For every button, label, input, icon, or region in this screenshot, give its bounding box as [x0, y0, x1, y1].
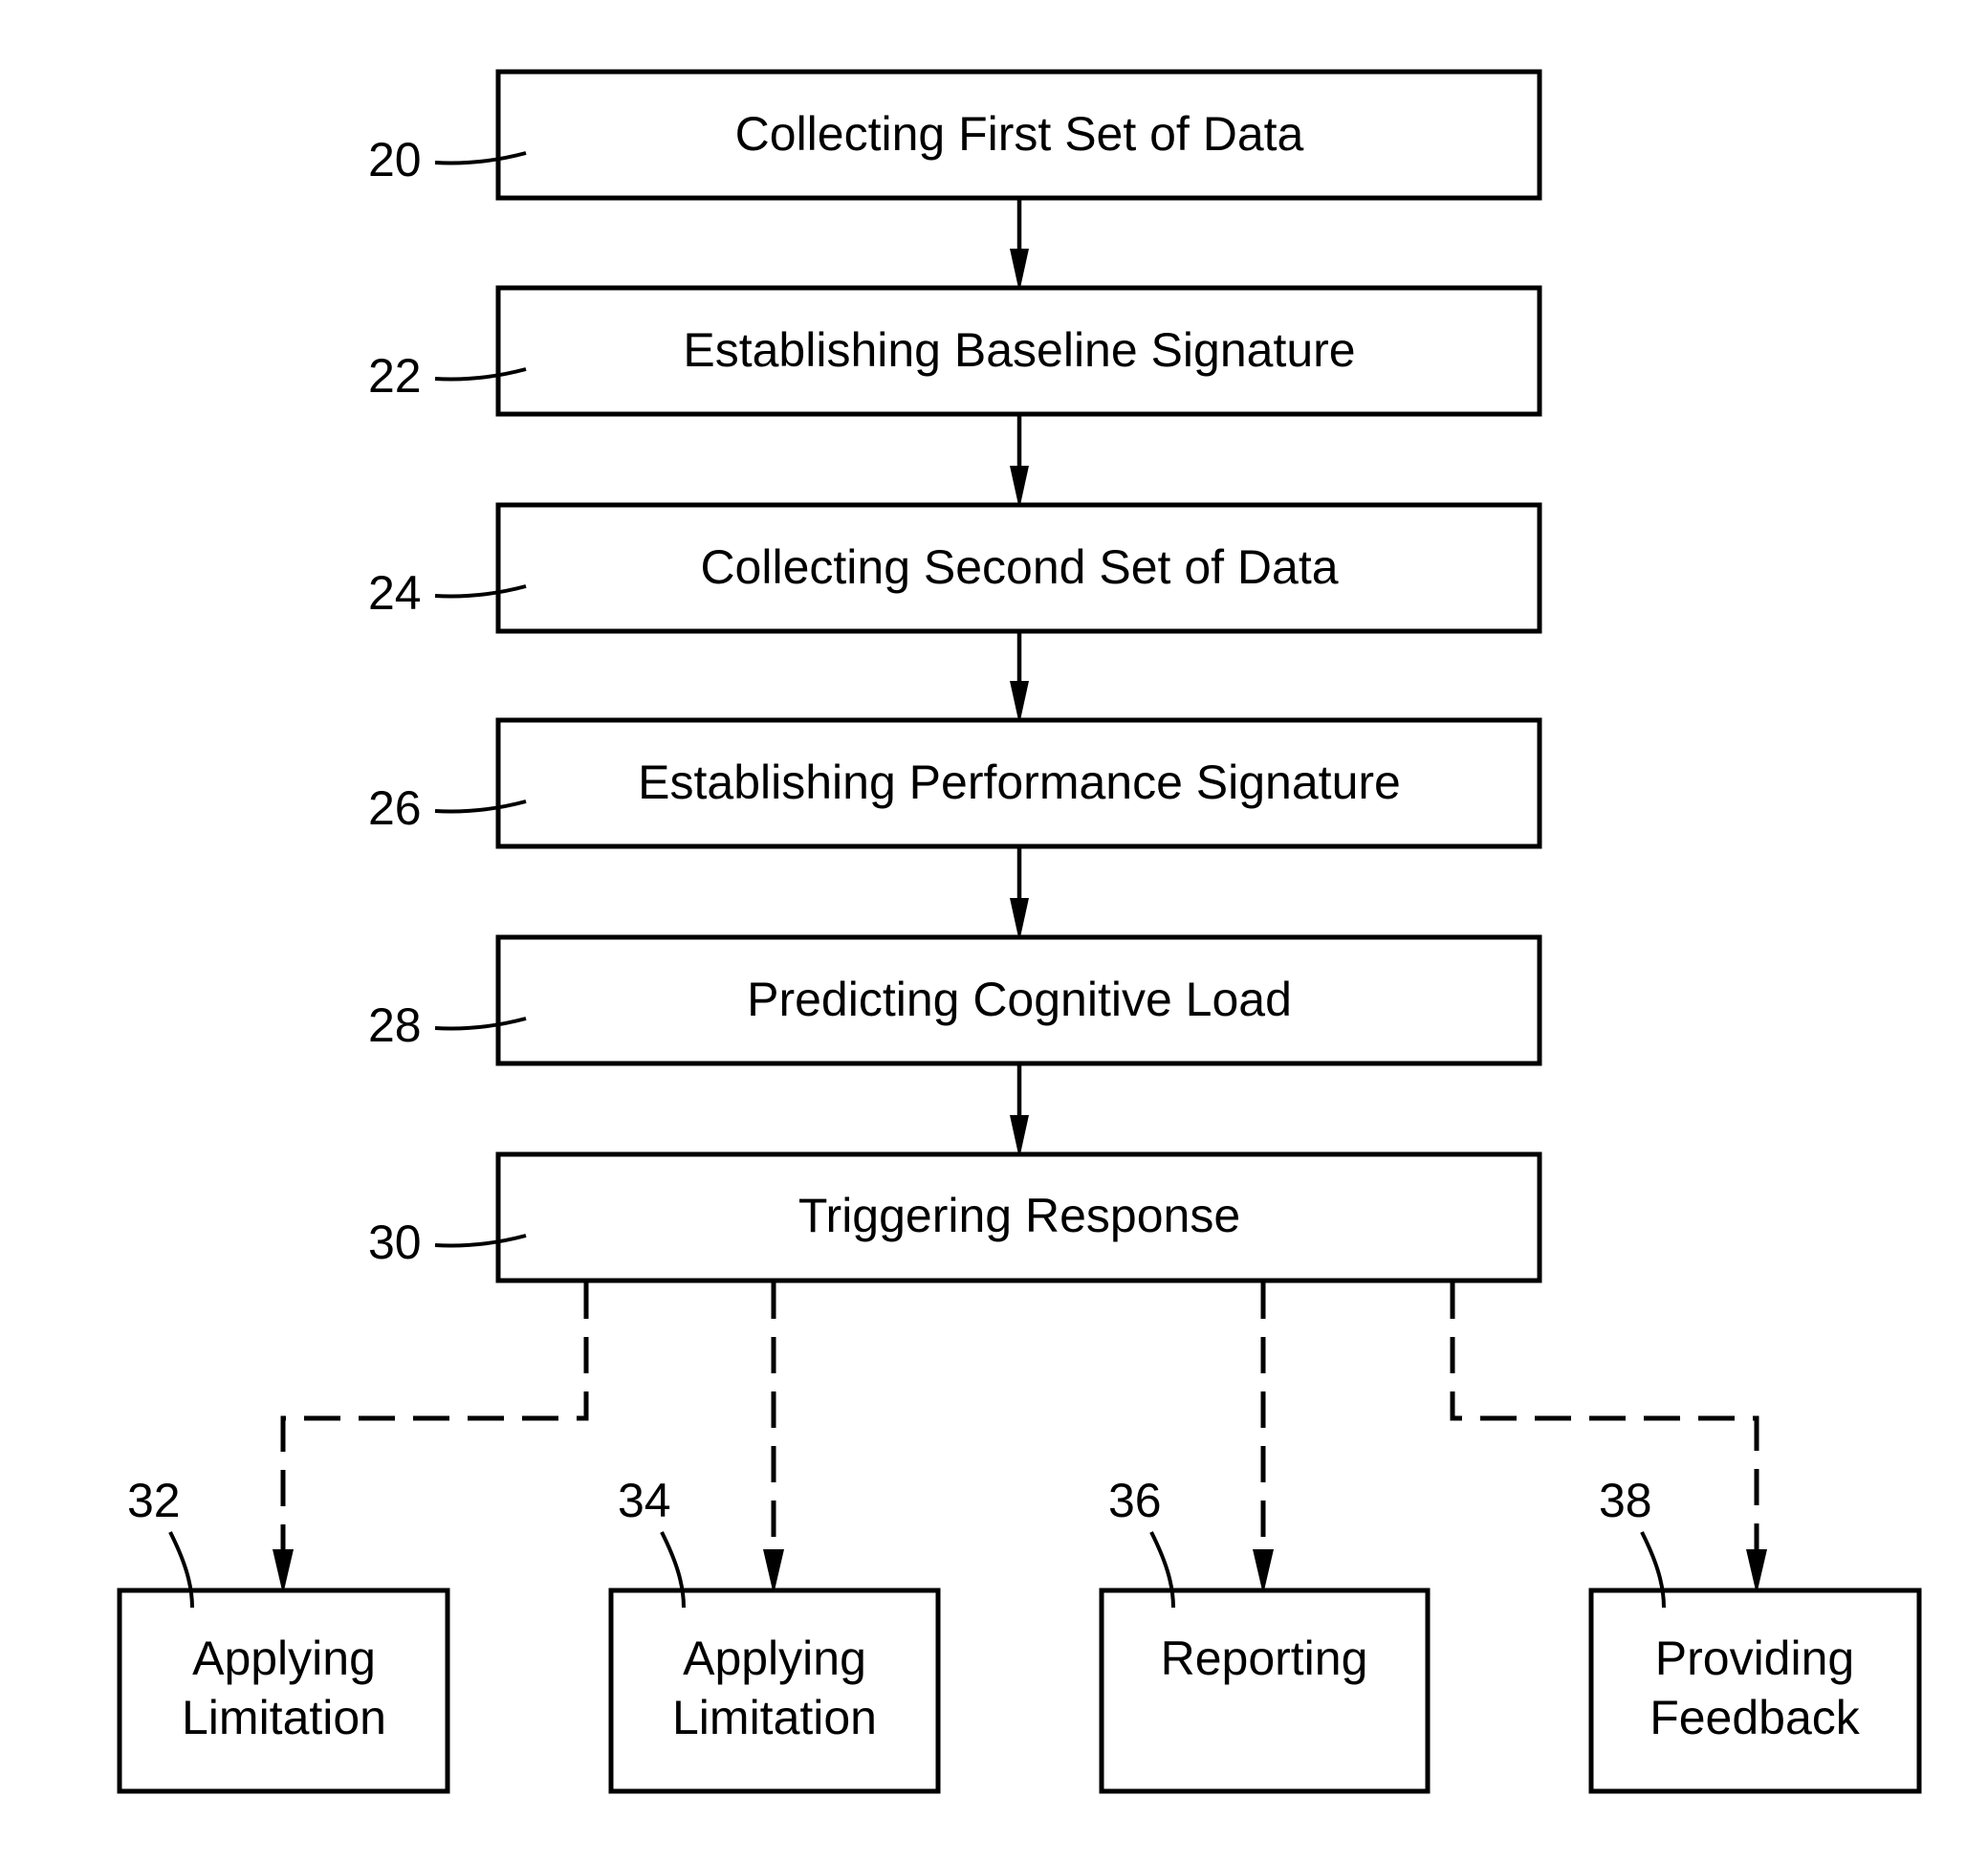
response-label-line-2: Feedback	[1649, 1691, 1861, 1744]
ref-numeral: 30	[368, 1216, 422, 1269]
step-box-20: Collecting First Set of Data 20	[368, 69, 1542, 201]
ref-numeral: 26	[368, 781, 422, 835]
arrow-head	[1010, 898, 1029, 937]
step-label: Establishing Performance Signature	[638, 756, 1401, 809]
response-box-38: Providing Feedback 38	[1588, 1474, 1922, 1794]
arrow-head	[763, 1549, 784, 1590]
dashed-arrow-to-34	[763, 1282, 784, 1590]
arrow-20-to-22	[1010, 198, 1029, 288]
arrow-head	[1010, 1115, 1029, 1154]
response-rect	[1099, 1588, 1431, 1794]
step-box-26: Establishing Performance Signature 26	[368, 717, 1542, 849]
ref-numeral: 20	[368, 133, 422, 186]
step-box-30: Triggering Response 30	[368, 1151, 1542, 1283]
step-box-28: Predicting Cognitive Load 28	[368, 934, 1542, 1066]
step-label: Predicting Cognitive Load	[747, 973, 1292, 1026]
arrow-head	[1010, 249, 1029, 288]
step-label: Collecting First Set of Data	[735, 107, 1304, 161]
response-box-32: Applying Limitation 32	[117, 1474, 450, 1794]
response-label-line-2: Limitation	[672, 1691, 877, 1744]
arrow-head	[273, 1549, 294, 1590]
ref-numeral: 22	[368, 349, 422, 403]
step-box-22: Establishing Baseline Signature 22	[368, 285, 1542, 417]
step-label: Establishing Baseline Signature	[683, 323, 1355, 377]
arrow-22-to-24	[1010, 414, 1029, 505]
response-label-line-1: Reporting	[1161, 1632, 1368, 1685]
arrow-head	[1746, 1549, 1767, 1590]
dashed-connector	[280, 1282, 589, 1568]
ref-numeral: 38	[1599, 1474, 1652, 1527]
arrow-head	[1253, 1549, 1274, 1590]
ref-numeral: 28	[368, 998, 422, 1052]
dashed-arrow-to-36	[1253, 1282, 1274, 1590]
flowchart-diagram: Collecting First Set of Data 20 Establis…	[117, 69, 1922, 1794]
response-label-line-1: Providing	[1655, 1632, 1854, 1685]
response-label-line-2: Limitation	[182, 1691, 386, 1744]
arrow-head	[1010, 681, 1029, 720]
ref-numeral: 36	[1108, 1474, 1162, 1527]
arrow-24-to-26	[1010, 631, 1029, 720]
arrow-28-to-30	[1010, 1063, 1029, 1154]
ref-numeral: 34	[618, 1474, 671, 1527]
step-label: Triggering Response	[798, 1189, 1240, 1242]
dashed-arrow-to-38	[1450, 1282, 1767, 1590]
response-label-line-1: Applying	[683, 1632, 866, 1685]
arrow-head	[1010, 466, 1029, 505]
response-flow-arrows	[273, 1282, 1767, 1590]
ref-numeral: 32	[127, 1474, 181, 1527]
arrow-26-to-28	[1010, 846, 1029, 937]
ref-numeral: 24	[368, 566, 422, 620]
step-box-24: Collecting Second Set of Data 24	[368, 502, 1542, 634]
response-label-line-1: Applying	[192, 1632, 376, 1685]
step-label: Collecting Second Set of Data	[700, 540, 1338, 594]
dashed-arrow-to-32	[273, 1282, 589, 1590]
